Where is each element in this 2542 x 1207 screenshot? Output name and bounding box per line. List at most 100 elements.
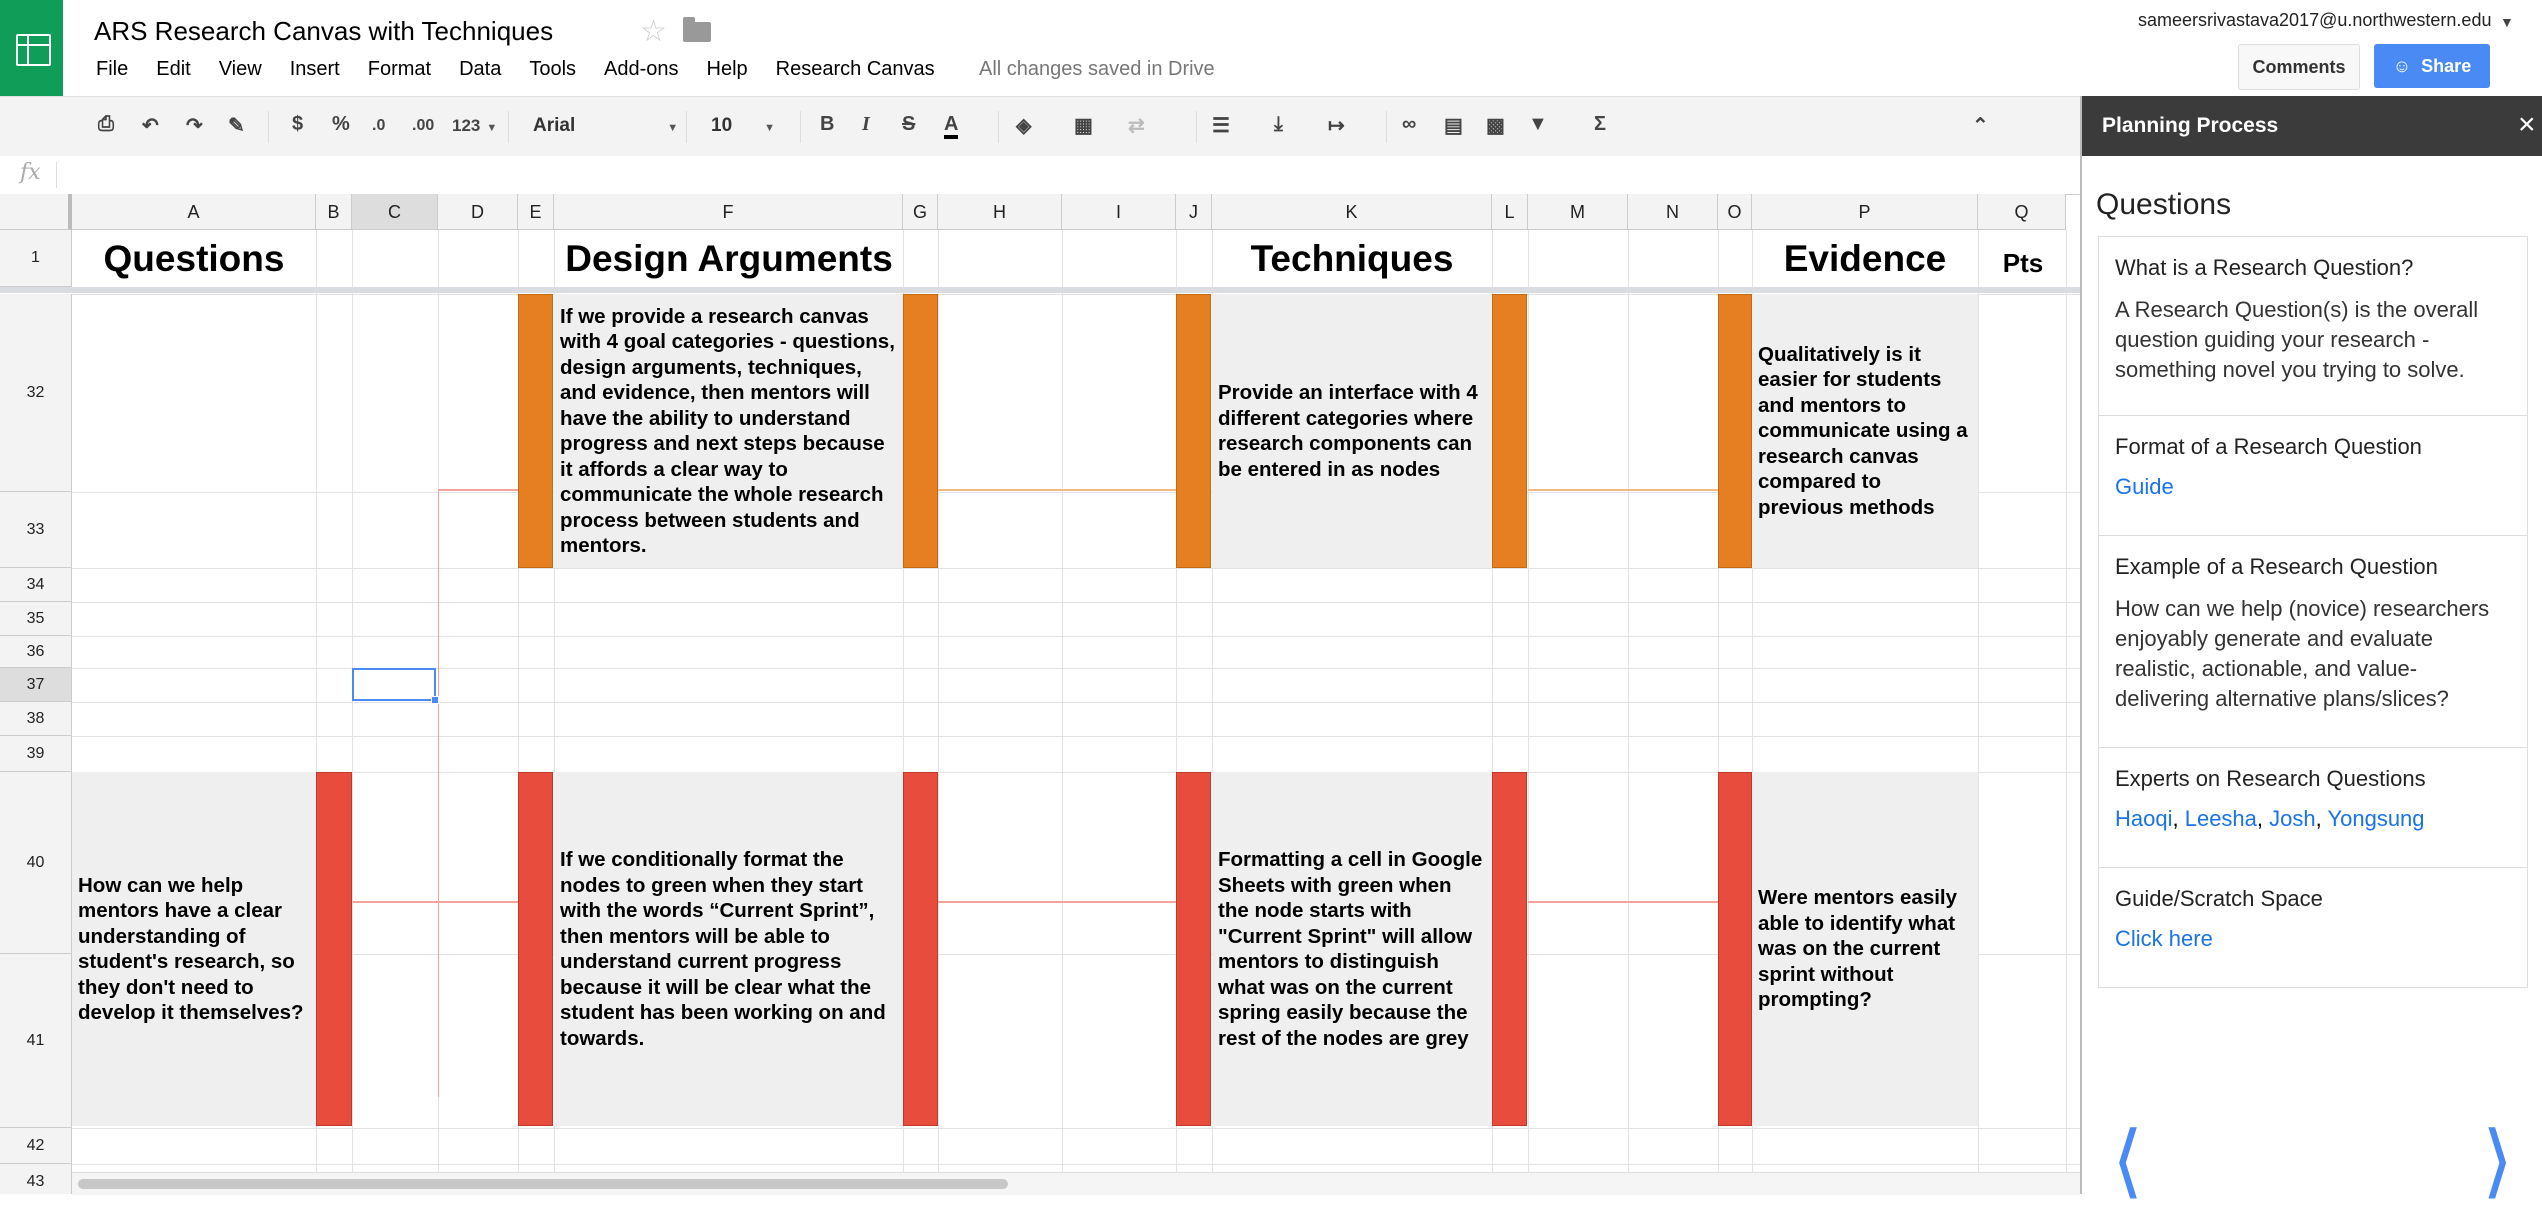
column-header-o[interactable]: O: [1718, 194, 1752, 230]
column-header-n[interactable]: N: [1628, 194, 1718, 230]
technique-card-1[interactable]: Provide an interface with 4 different ca…: [1212, 294, 1492, 568]
menu-file[interactable]: File: [96, 58, 128, 80]
comments-button[interactable]: Comments: [2238, 44, 2360, 90]
column-header-i[interactable]: I: [1062, 194, 1176, 230]
column-header-a[interactable]: A: [72, 194, 316, 230]
node-bar-design-2-right[interactable]: [903, 772, 938, 1126]
horizontal-align-icon[interactable]: ☰: [1212, 113, 1230, 138]
print-icon[interactable]: ⎙: [98, 113, 114, 136]
percent-format-button[interactable]: %: [332, 113, 350, 136]
node-bar-design-1[interactable]: [518, 294, 553, 568]
row-header-36[interactable]: 36: [0, 636, 72, 668]
column-header-e[interactable]: E: [518, 194, 554, 230]
node-bar-design-2[interactable]: [518, 772, 553, 1126]
node-bar-question-1[interactable]: [316, 772, 352, 1126]
question-card-1[interactable]: How can we help mentors have a clear und…: [72, 772, 316, 1126]
row-header-33[interactable]: 33: [0, 492, 72, 568]
row-header-42[interactable]: 42: [0, 1128, 72, 1164]
node-bar-evidence-1[interactable]: [1718, 294, 1752, 568]
menu-insert[interactable]: Insert: [290, 58, 340, 80]
column-header-l[interactable]: L: [1492, 194, 1528, 230]
menu-research-canvas[interactable]: Research Canvas: [776, 58, 935, 80]
menu-help[interactable]: Help: [707, 58, 748, 80]
expert-link-haoqi[interactable]: Haoqi: [2115, 806, 2172, 831]
currency-format-button[interactable]: $: [292, 113, 303, 136]
column-header-c[interactable]: C: [352, 194, 438, 230]
click-here-link[interactable]: Click here: [2115, 926, 2213, 951]
column-header-f[interactable]: F: [554, 194, 903, 230]
select-all-corner[interactable]: [0, 194, 72, 230]
menu-edit[interactable]: Edit: [156, 58, 190, 80]
insert-comment-icon[interactable]: ▤: [1444, 113, 1463, 138]
undo-icon[interactable]: ↶: [142, 113, 159, 138]
fill-color-icon[interactable]: ◈: [1016, 113, 1031, 138]
row-header-40[interactable]: 40: [0, 772, 72, 954]
menu-data[interactable]: Data: [459, 58, 501, 80]
sheets-logo-icon[interactable]: [0, 0, 63, 96]
number-format-dropdown[interactable]: 123 ▼: [452, 116, 497, 136]
node-bar-technique-2-right[interactable]: [1492, 772, 1527, 1126]
insert-chart-icon[interactable]: ▩: [1486, 113, 1505, 138]
node-bar-technique-2[interactable]: [1176, 772, 1211, 1126]
font-size-dropdown[interactable]: 10 ▼: [700, 107, 775, 145]
expert-link-josh[interactable]: Josh: [2269, 806, 2315, 831]
decrease-decimal-button[interactable]: .0: [372, 117, 385, 135]
scrollbar-thumb[interactable]: [78, 1179, 1008, 1189]
column-header-k[interactable]: K: [1212, 194, 1492, 230]
evidence-card-1[interactable]: Qualitatively is it easier for students …: [1752, 294, 1978, 568]
vertical-align-icon[interactable]: ⤓: [1274, 113, 1283, 136]
text-color-button[interactable]: A: [944, 113, 959, 139]
chevron-down-icon[interactable]: ▼: [2500, 14, 2514, 30]
row-header-1[interactable]: 1: [0, 230, 72, 287]
document-title[interactable]: ARS Research Canvas with Techniques: [94, 16, 553, 47]
row-header-32[interactable]: 32: [0, 294, 72, 492]
node-bar-evidence-2[interactable]: [1718, 772, 1752, 1126]
column-header-j[interactable]: J: [1176, 194, 1212, 230]
insert-link-icon[interactable]: ∞: [1402, 113, 1416, 136]
column-header-p[interactable]: P: [1752, 194, 1978, 230]
user-email[interactable]: sameersrivastava2017@u.northwestern.edu: [2138, 10, 2491, 31]
menu-addons[interactable]: Add-ons: [604, 58, 679, 80]
row-header-35[interactable]: 35: [0, 602, 72, 636]
text-wrapping-icon[interactable]: ↦: [1328, 113, 1345, 138]
filter-icon[interactable]: ▼: [1528, 113, 1548, 136]
collapse-toolbar-icon[interactable]: ⌃: [1972, 113, 1989, 138]
node-bar-design-1-right[interactable]: [903, 294, 938, 568]
folder-icon[interactable]: [683, 17, 711, 42]
share-button[interactable]: ☺ Share: [2374, 44, 2490, 88]
row-header-34[interactable]: 34: [0, 568, 72, 602]
active-cell-selection[interactable]: [352, 668, 436, 701]
menu-format[interactable]: Format: [368, 58, 431, 80]
evidence-card-2[interactable]: Were mentors easily able to identify wha…: [1752, 772, 1978, 1126]
column-header-q[interactable]: Q: [1978, 194, 2066, 230]
horizontal-scrollbar[interactable]: [72, 1172, 2080, 1195]
paint-format-icon[interactable]: ✎: [228, 113, 245, 138]
strikethrough-button[interactable]: S: [902, 113, 915, 136]
next-arrow-icon[interactable]: ⟩: [2482, 1114, 2513, 1207]
design-argument-card-2[interactable]: If we conditionally format the nodes to …: [554, 772, 904, 1126]
row-header-39[interactable]: 39: [0, 736, 72, 772]
column-header-m[interactable]: M: [1528, 194, 1628, 230]
column-header-d[interactable]: D: [438, 194, 518, 230]
design-argument-card-1[interactable]: If we provide a research canvas with 4 g…: [554, 294, 904, 568]
font-family-dropdown[interactable]: Arial ▼: [520, 107, 684, 145]
expert-link-yongsung[interactable]: Yongsung: [2327, 806, 2424, 831]
redo-icon[interactable]: ↷: [186, 113, 203, 138]
row-header-41[interactable]: 41: [0, 954, 72, 1128]
fill-handle[interactable]: [431, 696, 439, 704]
borders-icon[interactable]: ▦: [1074, 113, 1093, 138]
frozen-row-divider[interactable]: [0, 287, 2080, 293]
column-header-g[interactable]: G: [903, 194, 938, 230]
technique-card-2[interactable]: Formatting a cell in Google Sheets with …: [1212, 772, 1492, 1126]
star-icon[interactable]: ☆: [640, 14, 667, 49]
italic-button[interactable]: I: [862, 113, 870, 136]
bold-button[interactable]: B: [820, 113, 834, 136]
menu-view[interactable]: View: [219, 58, 262, 80]
node-bar-technique-1[interactable]: [1176, 294, 1211, 568]
menu-tools[interactable]: Tools: [529, 58, 576, 80]
questions-header[interactable]: Questions: [72, 238, 316, 280]
previous-arrow-icon[interactable]: ⟨: [2112, 1114, 2143, 1207]
techniques-header[interactable]: Techniques: [1212, 238, 1492, 280]
node-bar-technique-1-right[interactable]: [1492, 294, 1527, 568]
column-header-h[interactable]: H: [938, 194, 1062, 230]
